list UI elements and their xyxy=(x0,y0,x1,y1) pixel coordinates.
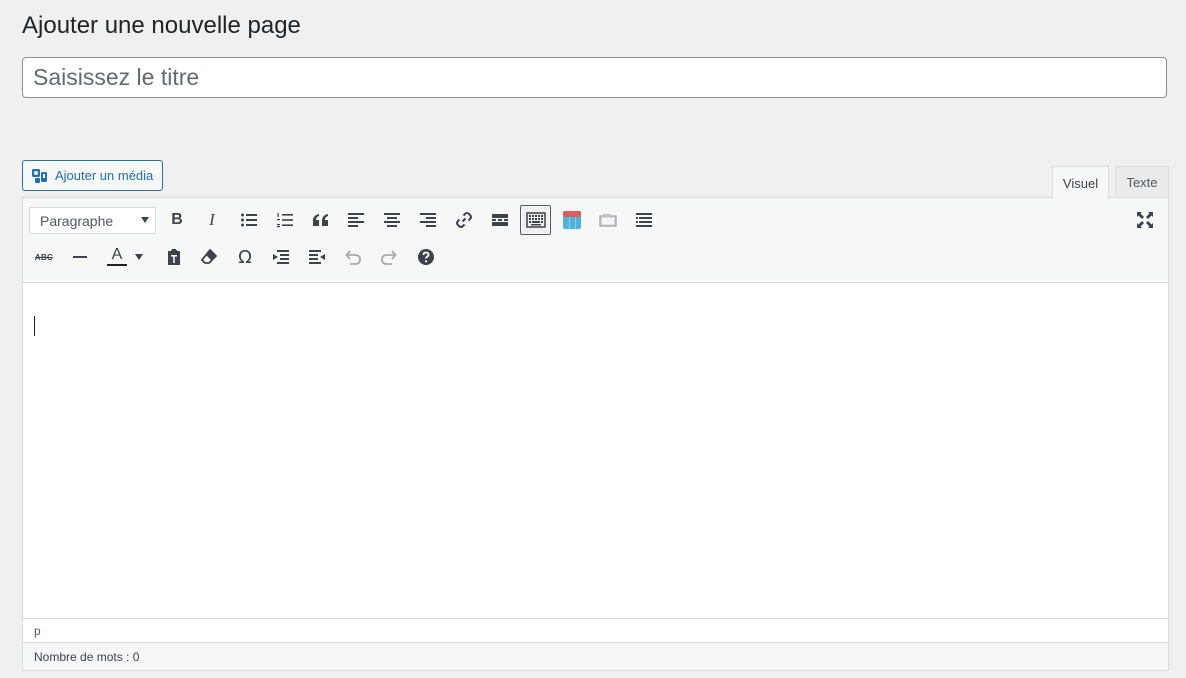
horizontal-line-button[interactable] xyxy=(66,242,94,272)
bullet-list-icon xyxy=(241,213,257,227)
toolbar-row-1: Paragraphe B I xyxy=(23,205,1168,237)
media-icon xyxy=(31,168,49,184)
numbered-list-icon xyxy=(277,213,293,228)
bold-button[interactable]: B xyxy=(163,205,191,235)
text-color-dropdown[interactable] xyxy=(131,242,147,272)
help-icon xyxy=(418,249,434,265)
clear-formatting-button[interactable] xyxy=(195,242,223,272)
help-button[interactable] xyxy=(412,242,440,272)
title-input[interactable] xyxy=(22,57,1167,98)
undo-button[interactable] xyxy=(339,242,367,272)
blockquote-button[interactable] xyxy=(307,205,335,235)
table-button[interactable] xyxy=(558,205,586,235)
redo-icon xyxy=(381,250,397,265)
align-left-icon xyxy=(348,213,364,227)
add-media-label: Ajouter un média xyxy=(55,168,154,183)
table-icon xyxy=(563,211,581,229)
omega-icon: Ω xyxy=(238,246,252,268)
element-path[interactable]: p xyxy=(34,624,41,638)
list-options-button[interactable] xyxy=(630,205,658,235)
format-select-value: Paragraphe xyxy=(40,212,114,229)
indent-button[interactable] xyxy=(303,242,331,272)
align-center-icon xyxy=(384,213,400,227)
editor-content-area[interactable] xyxy=(23,283,1168,618)
element-path-bar: p xyxy=(23,618,1168,642)
insert-media-button[interactable] xyxy=(594,205,622,235)
indent-icon xyxy=(309,250,325,264)
word-count-bar: Nombre de mots : 0 xyxy=(23,642,1168,670)
text-color-button[interactable]: A xyxy=(103,242,131,272)
special-character-button[interactable]: Ω xyxy=(231,242,259,272)
undo-icon xyxy=(345,250,361,265)
strikethrough-button[interactable]: ABC xyxy=(30,242,58,272)
page-title: Ajouter une nouvelle page xyxy=(22,12,301,39)
blockquote-icon xyxy=(313,214,328,226)
format-select[interactable]: Paragraphe xyxy=(29,207,156,234)
bold-icon: B xyxy=(171,211,183,228)
text-color-icon: A xyxy=(107,247,127,266)
read-more-button[interactable] xyxy=(486,205,514,235)
redo-button[interactable] xyxy=(375,242,403,272)
eraser-icon xyxy=(200,248,218,264)
fullscreen-button[interactable] xyxy=(1131,205,1159,235)
text-caret xyxy=(34,316,35,336)
chevron-down-icon xyxy=(141,217,149,223)
paste-as-text-button[interactable] xyxy=(160,242,188,272)
link-button[interactable] xyxy=(450,205,478,235)
keyboard-icon xyxy=(525,212,546,228)
toolbar-toggle-button[interactable] xyxy=(520,205,551,235)
numbered-list-button[interactable] xyxy=(271,205,299,235)
outdent-icon xyxy=(273,250,289,264)
strikethrough-icon: ABC xyxy=(34,252,54,262)
add-media-button[interactable]: Ajouter un média xyxy=(22,160,164,191)
toolbar-row-2: ABC A Ω xyxy=(23,242,1168,274)
bullet-list-button[interactable] xyxy=(235,205,263,235)
align-right-icon xyxy=(420,213,436,227)
list-options-icon xyxy=(636,213,652,227)
gallery-icon xyxy=(599,214,617,227)
outdent-button[interactable] xyxy=(267,242,295,272)
word-count: Nombre de mots : 0 xyxy=(34,649,140,664)
align-center-button[interactable] xyxy=(378,205,406,235)
editor-toolbar: Paragraphe B I ABC A Ω xyxy=(23,198,1168,283)
link-icon xyxy=(456,212,472,228)
clipboard-icon xyxy=(168,249,180,265)
chevron-down-icon xyxy=(135,254,143,260)
read-more-icon xyxy=(492,214,508,226)
editor: Paragraphe B I ABC A Ω p Nombre de mots … xyxy=(22,197,1169,671)
italic-icon: I xyxy=(209,210,215,229)
tab-text[interactable]: Texte xyxy=(1115,166,1169,198)
tab-visual[interactable]: Visuel xyxy=(1052,166,1109,199)
align-left-button[interactable] xyxy=(342,205,370,235)
fullscreen-icon xyxy=(1137,212,1153,228)
italic-button[interactable]: I xyxy=(198,205,226,235)
align-right-button[interactable] xyxy=(414,205,442,235)
horizontal-line-icon xyxy=(73,256,87,258)
